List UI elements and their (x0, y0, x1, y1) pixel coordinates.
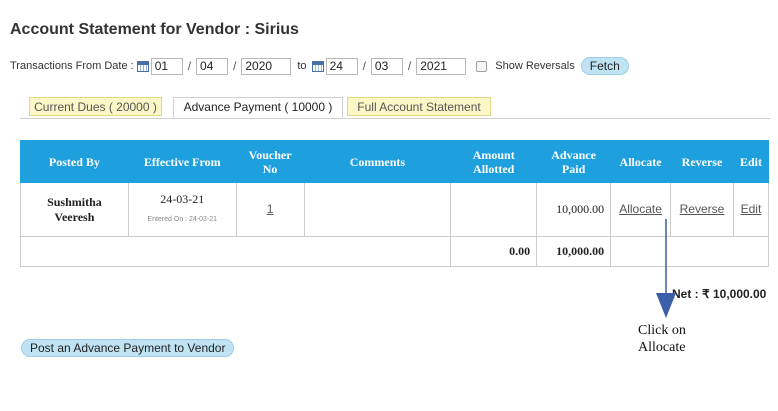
tab-advance-payment[interactable]: Advance Payment ( 10000 ) (173, 97, 343, 118)
from-date-label: Transactions From Date : (10, 60, 134, 72)
to-year-input[interactable] (416, 57, 467, 75)
page-title: Account Statement for Vendor : Sirius (10, 21, 299, 38)
table-header-row: Posted By Effective From Voucher No Comme… (20, 140, 770, 183)
fetch-button[interactable]: Fetch (580, 57, 629, 75)
totals-empty-cell (610, 236, 769, 267)
voucher-no-cell: 1 (235, 182, 305, 237)
effective-from-cell: 24-03-21 Entered On : 24-03-21 (127, 182, 237, 237)
calendar-icon[interactable] (311, 60, 324, 72)
entered-on-text: Entered On : 24-03-21 (147, 216, 218, 223)
edit-link[interactable]: Edit (741, 202, 762, 216)
from-day-input[interactable] (150, 57, 183, 75)
statement-tabs: Current Dues ( 20000 ) Advance Payment (… (20, 96, 770, 119)
calendar-icon[interactable] (136, 60, 149, 72)
header-voucher-no: Voucher No (235, 140, 305, 183)
header-comments: Comments (303, 140, 452, 183)
from-year-input[interactable] (241, 57, 292, 75)
header-amount-allotted: Amount Allotted (450, 140, 538, 183)
from-month-input[interactable] (196, 57, 229, 75)
reverse-link[interactable]: Reverse (680, 202, 725, 216)
to-date-label: to (297, 60, 307, 72)
total-amount-allotted: 0.00 (450, 236, 538, 267)
advance-payment-table: Posted By Effective From Voucher No Comme… (19, 140, 770, 267)
date-separator: / (407, 59, 412, 73)
date-separator: / (362, 59, 366, 73)
date-filter-bar: Transactions From Date : / / to / / Show… (10, 57, 629, 75)
comments-cell (303, 182, 452, 237)
to-month-input[interactable] (370, 57, 403, 75)
totals-row: 0.00 10,000.00 (19, 236, 769, 267)
allocate-cell: Allocate (610, 182, 672, 237)
header-posted-by: Posted By (20, 140, 129, 183)
totals-spacer-cell (19, 236, 452, 267)
amount-allotted-cell (450, 182, 538, 237)
callout-text: Click on Allocate (638, 323, 686, 355)
to-day-input[interactable] (325, 57, 358, 75)
show-reversals-label: Show Reversals (495, 60, 575, 72)
tab-current-dues[interactable]: Current Dues ( 20000 ) (29, 97, 162, 116)
date-separator: / (233, 59, 237, 73)
show-reversals-checkbox[interactable] (476, 60, 488, 72)
edit-cell: Edit (732, 182, 770, 237)
total-advance-paid: 10,000.00 (536, 236, 612, 267)
header-effective-from: Effective From (127, 140, 237, 183)
posted-by-cell: Sushmitha Veeresh (20, 182, 129, 237)
advance-paid-cell: 10,000.00 (536, 182, 612, 237)
header-advance-paid: Advance Paid (536, 140, 612, 183)
net-total: Net : ₹ 10,000.00 (672, 287, 767, 301)
header-allocate: Allocate (610, 140, 672, 183)
header-reverse: Reverse (670, 140, 734, 183)
tab-full-account-statement[interactable]: Full Account Statement (347, 97, 491, 116)
date-separator: / (187, 59, 192, 73)
voucher-link[interactable]: 1 (267, 202, 274, 216)
allocate-link[interactable]: Allocate (619, 202, 662, 216)
header-edit: Edit (732, 140, 770, 183)
reverse-cell: Reverse (670, 182, 734, 237)
table-row: Sushmitha Veeresh 24-03-21 Entered On : 2… (20, 182, 770, 237)
post-advance-payment-button[interactable]: Post an Advance Payment to Vendor (21, 339, 235, 357)
